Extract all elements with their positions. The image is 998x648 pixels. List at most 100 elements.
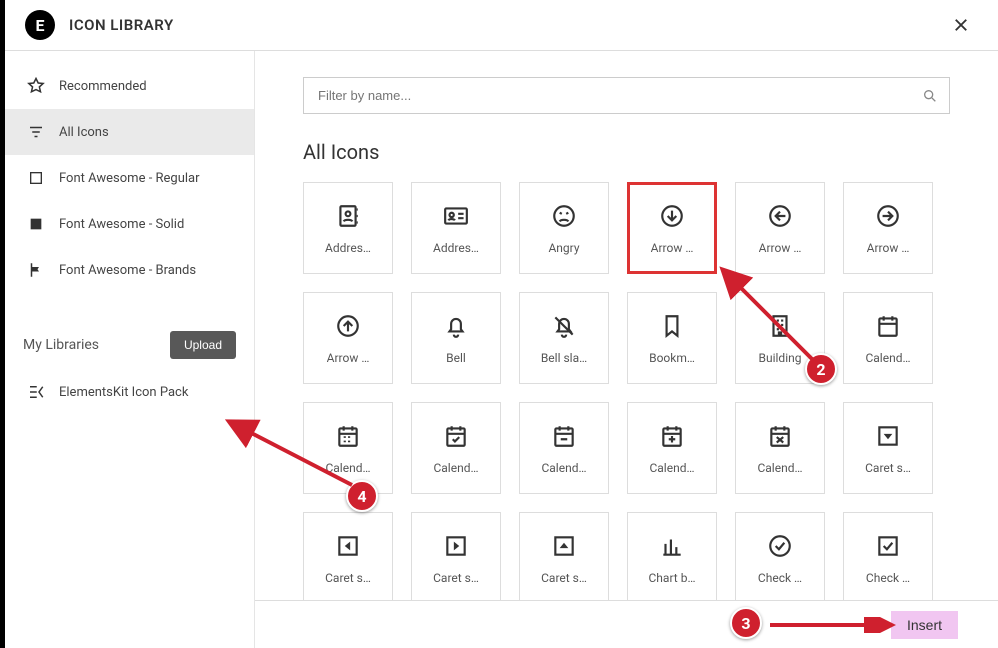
icon-card[interactable]: Addres… bbox=[303, 182, 393, 274]
address-book-icon bbox=[335, 201, 361, 231]
icon-card[interactable]: Arrow … bbox=[627, 182, 717, 274]
sidebar-item-label: ElementsKit Icon Pack bbox=[59, 385, 188, 400]
calendar-check-icon bbox=[443, 421, 469, 451]
icon-label: Calend… bbox=[433, 461, 478, 475]
grid-title: All Icons bbox=[255, 118, 998, 172]
bell-slash-icon bbox=[551, 311, 577, 341]
flag-icon bbox=[27, 261, 45, 279]
calendar-minus-icon bbox=[551, 421, 577, 451]
icon-label: Bell sla… bbox=[541, 351, 587, 365]
calendar-times-icon bbox=[767, 421, 793, 451]
sidebar-item-label: Font Awesome - Brands bbox=[59, 263, 196, 278]
icon-card[interactable]: Bell sla… bbox=[519, 292, 609, 384]
icon-card[interactable]: Calend… bbox=[411, 402, 501, 494]
icon-label: Calend… bbox=[757, 461, 802, 475]
icon-card[interactable]: Caret s… bbox=[303, 512, 393, 600]
circle-arrow-right-icon bbox=[875, 201, 901, 231]
my-libraries-label: My Libraries bbox=[23, 337, 99, 353]
check-square-icon bbox=[875, 531, 901, 561]
filter-input[interactable] bbox=[303, 77, 950, 114]
icon-card[interactable]: Caret s… bbox=[411, 512, 501, 600]
icon-card[interactable]: Caret s… bbox=[843, 402, 933, 494]
upload-button[interactable]: Upload bbox=[170, 331, 236, 359]
modal-footer: Insert bbox=[255, 600, 998, 648]
modal-title: ICON LIBRARY bbox=[69, 16, 174, 34]
icon-label: Check … bbox=[866, 571, 910, 585]
icon-card[interactable]: Check … bbox=[735, 512, 825, 600]
angry-face-icon bbox=[551, 201, 577, 231]
sidebar-item-label: Font Awesome - Solid bbox=[59, 217, 184, 232]
icon-card[interactable]: Calend… bbox=[627, 402, 717, 494]
main-panel: All Icons Addres… Addres… Angry Arrow … Arro… bbox=[255, 51, 998, 648]
icon-label: Caret s… bbox=[541, 571, 587, 585]
icon-label: Calend… bbox=[649, 461, 694, 475]
sidebar-item-elementskit[interactable]: ElementsKit Icon Pack bbox=[5, 369, 254, 415]
sidebar-item-recommended[interactable]: Recommended bbox=[5, 63, 254, 109]
icon-card[interactable]: Calend… bbox=[303, 402, 393, 494]
icon-card[interactable]: Arrow … bbox=[843, 182, 933, 274]
icon-grid: Addres… Addres… Angry Arrow … Arrow … Arrow …… bbox=[303, 182, 950, 600]
calendar-plus-icon bbox=[659, 421, 685, 451]
filter-lines-icon bbox=[27, 123, 45, 141]
circle-arrow-left-icon bbox=[767, 201, 793, 231]
icon-label: Caret s… bbox=[865, 461, 911, 475]
close-button[interactable] bbox=[944, 12, 978, 38]
icon-label: Bell bbox=[446, 351, 466, 365]
icon-label: Calend… bbox=[541, 461, 586, 475]
icon-card[interactable]: Bell bbox=[411, 292, 501, 384]
address-card-icon bbox=[443, 201, 469, 231]
modal-header: E ICON LIBRARY bbox=[5, 0, 998, 51]
ek-icon bbox=[27, 383, 45, 401]
icon-card[interactable]: Calend… bbox=[843, 292, 933, 384]
my-libraries-row: My Libraries Upload bbox=[5, 321, 254, 369]
icon-card[interactable]: Addres… bbox=[411, 182, 501, 274]
icon-label: Calend… bbox=[865, 351, 910, 365]
star-icon bbox=[27, 77, 45, 95]
icon-label: Building bbox=[759, 351, 802, 365]
icon-label: Arrow … bbox=[651, 241, 694, 255]
icon-label: Arrow … bbox=[867, 241, 910, 255]
icon-card[interactable]: Calend… bbox=[519, 402, 609, 494]
icon-card[interactable]: Building bbox=[735, 292, 825, 384]
icon-card[interactable]: Calend… bbox=[735, 402, 825, 494]
icon-label: Angry bbox=[548, 241, 579, 255]
icon-card[interactable]: Arrow … bbox=[735, 182, 825, 274]
search-icon bbox=[922, 88, 938, 104]
sidebar-item-fa-brands[interactable]: Font Awesome - Brands bbox=[5, 247, 254, 293]
sidebar-item-fa-regular[interactable]: Font Awesome - Regular bbox=[5, 155, 254, 201]
icon-card[interactable]: Chart b… bbox=[627, 512, 717, 600]
bell-icon bbox=[443, 311, 469, 341]
insert-button[interactable]: Insert bbox=[891, 611, 958, 639]
icon-grid-scroll[interactable]: Addres… Addres… Angry Arrow … Arrow … Arrow …… bbox=[255, 172, 998, 600]
icon-card[interactable]: Check … bbox=[843, 512, 933, 600]
caret-square-up-icon bbox=[551, 531, 577, 561]
icon-label: Addres… bbox=[325, 241, 371, 255]
icon-label: Arrow … bbox=[327, 351, 370, 365]
sidebar-item-label: Font Awesome - Regular bbox=[59, 171, 200, 186]
icon-label: Caret s… bbox=[433, 571, 479, 585]
sidebar-item-label: Recommended bbox=[59, 79, 147, 94]
icon-card[interactable]: Caret s… bbox=[519, 512, 609, 600]
close-icon bbox=[952, 16, 970, 34]
icon-card[interactable]: Angry bbox=[519, 182, 609, 274]
sidebar-item-all-icons[interactable]: All Icons bbox=[5, 109, 254, 155]
icon-label: Bookm… bbox=[649, 351, 695, 365]
icon-label: Calend… bbox=[325, 461, 370, 475]
icon-card[interactable]: Bookm… bbox=[627, 292, 717, 384]
sidebar-item-fa-solid[interactable]: Font Awesome - Solid bbox=[5, 201, 254, 247]
icon-label: Check … bbox=[758, 571, 802, 585]
square-solid-icon bbox=[27, 215, 45, 233]
calendar-alt-icon bbox=[335, 421, 361, 451]
icon-label: Chart b… bbox=[649, 571, 696, 585]
icon-card[interactable]: Arrow … bbox=[303, 292, 393, 384]
icon-label: Addres… bbox=[433, 241, 479, 255]
bookmark-icon bbox=[659, 311, 685, 341]
sidebar-item-label: All Icons bbox=[59, 125, 109, 140]
caret-square-right-icon bbox=[443, 531, 469, 561]
calendar-icon bbox=[875, 311, 901, 341]
icon-label: Arrow … bbox=[759, 241, 802, 255]
circle-arrow-down-icon bbox=[659, 201, 685, 231]
caret-square-down-icon bbox=[875, 421, 901, 451]
elementor-logo: E bbox=[25, 10, 55, 40]
building-icon bbox=[767, 311, 793, 341]
